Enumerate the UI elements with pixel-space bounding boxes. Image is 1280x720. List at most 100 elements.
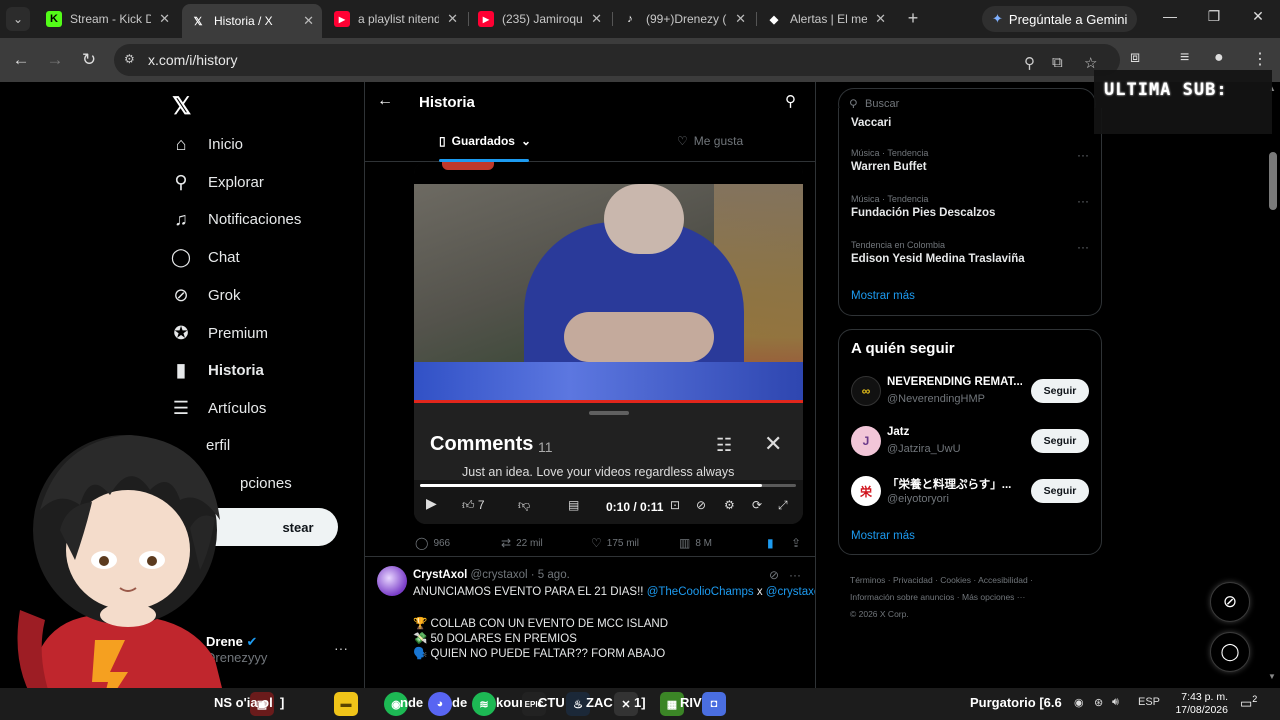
sidebar-item-chat[interactable]: ◯ Chat: [170, 243, 240, 271]
forward-icon[interactable]: →: [44, 49, 66, 71]
account-more-icon[interactable]: ···: [334, 640, 348, 656]
like-button[interactable]: ♡ 175 mil: [591, 536, 639, 550]
mute-icon[interactable]: ⊘: [696, 498, 706, 512]
comment-icon[interactable]: ▤: [568, 498, 579, 512]
show-more-link[interactable]: Mostrar más: [851, 290, 915, 302]
captions-icon[interactable]: ⊡: [670, 498, 680, 512]
url-text[interactable]: x.com/i/history: [148, 52, 237, 68]
install-app-icon[interactable]: ⧉: [1052, 54, 1063, 71]
sidebar-item-grok[interactable]: ⊘ Grok: [170, 281, 240, 309]
show-more-link[interactable]: Mostrar más: [851, 530, 915, 542]
filter-icon[interactable]: ☷: [716, 435, 732, 456]
tweet-author-name[interactable]: CrystAxol: [413, 569, 467, 581]
trend-item[interactable]: Tendencia en Colombia Edison Yesid Medin…: [851, 240, 1091, 265]
video-player[interactable]: Comments 11 ☷ ✕ Just an idea. Love your …: [414, 162, 803, 524]
footer-link[interactable]: Más opciones ···: [962, 592, 1025, 602]
follow-suggestion[interactable]: ∞ NEVERENDING REMAT... @NeverendingHMP S…: [851, 374, 1091, 408]
close-window-icon[interactable]: ✕: [1246, 8, 1270, 25]
back-icon[interactable]: ←: [10, 49, 32, 71]
media-control-icon[interactable]: ≡: [1180, 49, 1189, 67]
volume-icon[interactable]: 🔊︎: [1112, 696, 1119, 709]
tab-close-icon[interactable]: ✕: [735, 11, 746, 27]
browser-tab-kick[interactable]: K Stream - Kick D ✕: [38, 4, 178, 34]
trend-item[interactable]: Música · Tendencia Fundación Pies Descal…: [851, 194, 1091, 219]
tab-close-icon[interactable]: ✕: [159, 11, 170, 27]
gemini-button[interactable]: ✦ Pregúntale a Gemini: [982, 6, 1138, 32]
follow-suggestion[interactable]: J Jatz @Jatzira_UwU Seguir: [851, 424, 1091, 458]
tab-close-icon[interactable]: ✕: [875, 11, 886, 27]
sidebar-item-historia[interactable]: ▮ Historia: [170, 356, 264, 384]
grok-float-button[interactable]: ⊘: [1210, 582, 1250, 622]
more-icon[interactable]: ···: [1077, 194, 1089, 208]
sidebar-item-notificaciones[interactable]: ♫ Notificaciones: [170, 205, 301, 233]
reply-button[interactable]: ◯ 966: [415, 536, 450, 550]
play-icon[interactable]: ▶: [426, 495, 437, 512]
dislike-icon[interactable]: 👎︎: [518, 498, 530, 513]
spotify-icon[interactable]: ≋: [472, 692, 496, 716]
browser-tab-youtube-1[interactable]: ▶ a playlist nitend ✕: [326, 4, 466, 34]
language-indicator[interactable]: ESP: [1138, 696, 1160, 708]
more-icon[interactable]: ···: [1077, 148, 1089, 162]
follow-suggestion[interactable]: 栄 「栄養と料理ぷらす」... @eiyotoryori Seguir: [851, 474, 1091, 508]
sidebar-item-premium[interactable]: ✪ Premium: [170, 319, 268, 347]
follow-button[interactable]: Seguir: [1031, 379, 1089, 403]
notification-center-icon[interactable]: ▭2: [1240, 694, 1257, 711]
views-button[interactable]: ▥ 8 M: [679, 536, 712, 550]
browser-tab-youtube-2[interactable]: ▶ (235) Jamiroqu ✕: [470, 4, 610, 34]
taskbar-window-label[interactable]: nde: [400, 695, 423, 710]
footer-link[interactable]: Información sobre anuncios: [850, 592, 954, 602]
sidebar-item-explorar[interactable]: ⚲ Explorar: [170, 168, 263, 196]
browser-tab-x[interactable]: 𝕏 Historia / X ✕: [182, 4, 322, 38]
bookmark-button[interactable]: ▮: [767, 536, 774, 550]
scrollbar[interactable]: ▲ ▼: [1266, 82, 1280, 688]
footer-link[interactable]: Términos: [850, 575, 885, 585]
restore-icon[interactable]: ❐: [1202, 8, 1226, 25]
follow-button[interactable]: Seguir: [1031, 479, 1089, 503]
fullscreen-icon[interactable]: ⤢: [778, 498, 788, 513]
file-explorer-icon[interactable]: ▬: [334, 692, 358, 716]
drag-handle[interactable]: [589, 411, 629, 415]
search-icon[interactable]: ⚲: [785, 92, 796, 110]
back-arrow-icon[interactable]: ←: [377, 92, 393, 110]
more-icon[interactable]: ···: [1077, 240, 1089, 254]
grok-icon[interactable]: ⊘: [769, 568, 779, 582]
video-progress-bar[interactable]: [420, 484, 796, 487]
tab-guardados[interactable]: ▯ Guardados ⌄: [439, 134, 531, 148]
tweet-date[interactable]: · 5 ago.: [531, 569, 570, 581]
browser-menu-icon[interactable]: ⋮: [1252, 49, 1268, 69]
close-icon[interactable]: ✕: [764, 431, 782, 457]
settings-icon[interactable]: ⚙: [724, 498, 735, 512]
tab-close-icon[interactable]: ✕: [303, 13, 314, 29]
taskbar-window-label[interactable]: CTU: [538, 695, 565, 710]
tab-me-gusta[interactable]: ♡ Me gusta: [677, 134, 743, 148]
tab-close-icon[interactable]: ✕: [447, 11, 458, 27]
tab-search-menu-icon[interactable]: ⌄: [6, 7, 30, 31]
taskbar-window-label[interactable]: RIV: [680, 695, 702, 710]
extensions-icon[interactable]: ⧈: [1130, 49, 1140, 67]
profile-avatar-icon[interactable]: ●: [1214, 49, 1224, 67]
sidebar-item-inicio[interactable]: ⌂ Inicio: [170, 130, 243, 158]
scroll-down-icon[interactable]: ▼: [1268, 672, 1276, 681]
tray-icon[interactable]: ◉: [1074, 696, 1084, 709]
site-settings-icon[interactable]: ⚙: [124, 52, 140, 68]
more-icon[interactable]: ···: [789, 568, 801, 582]
loop-icon[interactable]: ⟳: [752, 498, 762, 512]
address-bar[interactable]: ⚙ x.com/i/history ⚲ ⧉ ☆: [114, 44, 1120, 76]
system-clock[interactable]: 7:43 p. m. 17/08/2026: [1166, 691, 1228, 717]
minimize-icon[interactable]: —: [1158, 8, 1182, 24]
share-button[interactable]: ⇪: [791, 536, 801, 550]
network-icon[interactable]: ⊛: [1094, 696, 1103, 709]
mention-link[interactable]: @crystaxol: [766, 586, 815, 598]
footer-link[interactable]: Privacidad: [893, 575, 933, 585]
taskbar-window-label[interactable]: kour: [496, 695, 524, 710]
reload-icon[interactable]: ↻: [78, 49, 100, 71]
discord-icon[interactable]: ◕: [428, 692, 452, 716]
repost-button[interactable]: ⇄ 22 mil: [501, 536, 543, 550]
trend-item[interactable]: Vaccari: [851, 114, 1091, 129]
tray-media-label[interactable]: Purgatorio [6.6: [970, 695, 1062, 710]
follow-button[interactable]: Seguir: [1031, 429, 1089, 453]
taskbar-window-label[interactable]: ZAC: [586, 695, 613, 710]
browser-tab-alertas[interactable]: ◆ Alertas | El mej ✕: [758, 4, 894, 34]
x-logo-icon[interactable]: 𝕏: [172, 92, 191, 121]
tab-close-icon[interactable]: ✕: [591, 11, 602, 27]
